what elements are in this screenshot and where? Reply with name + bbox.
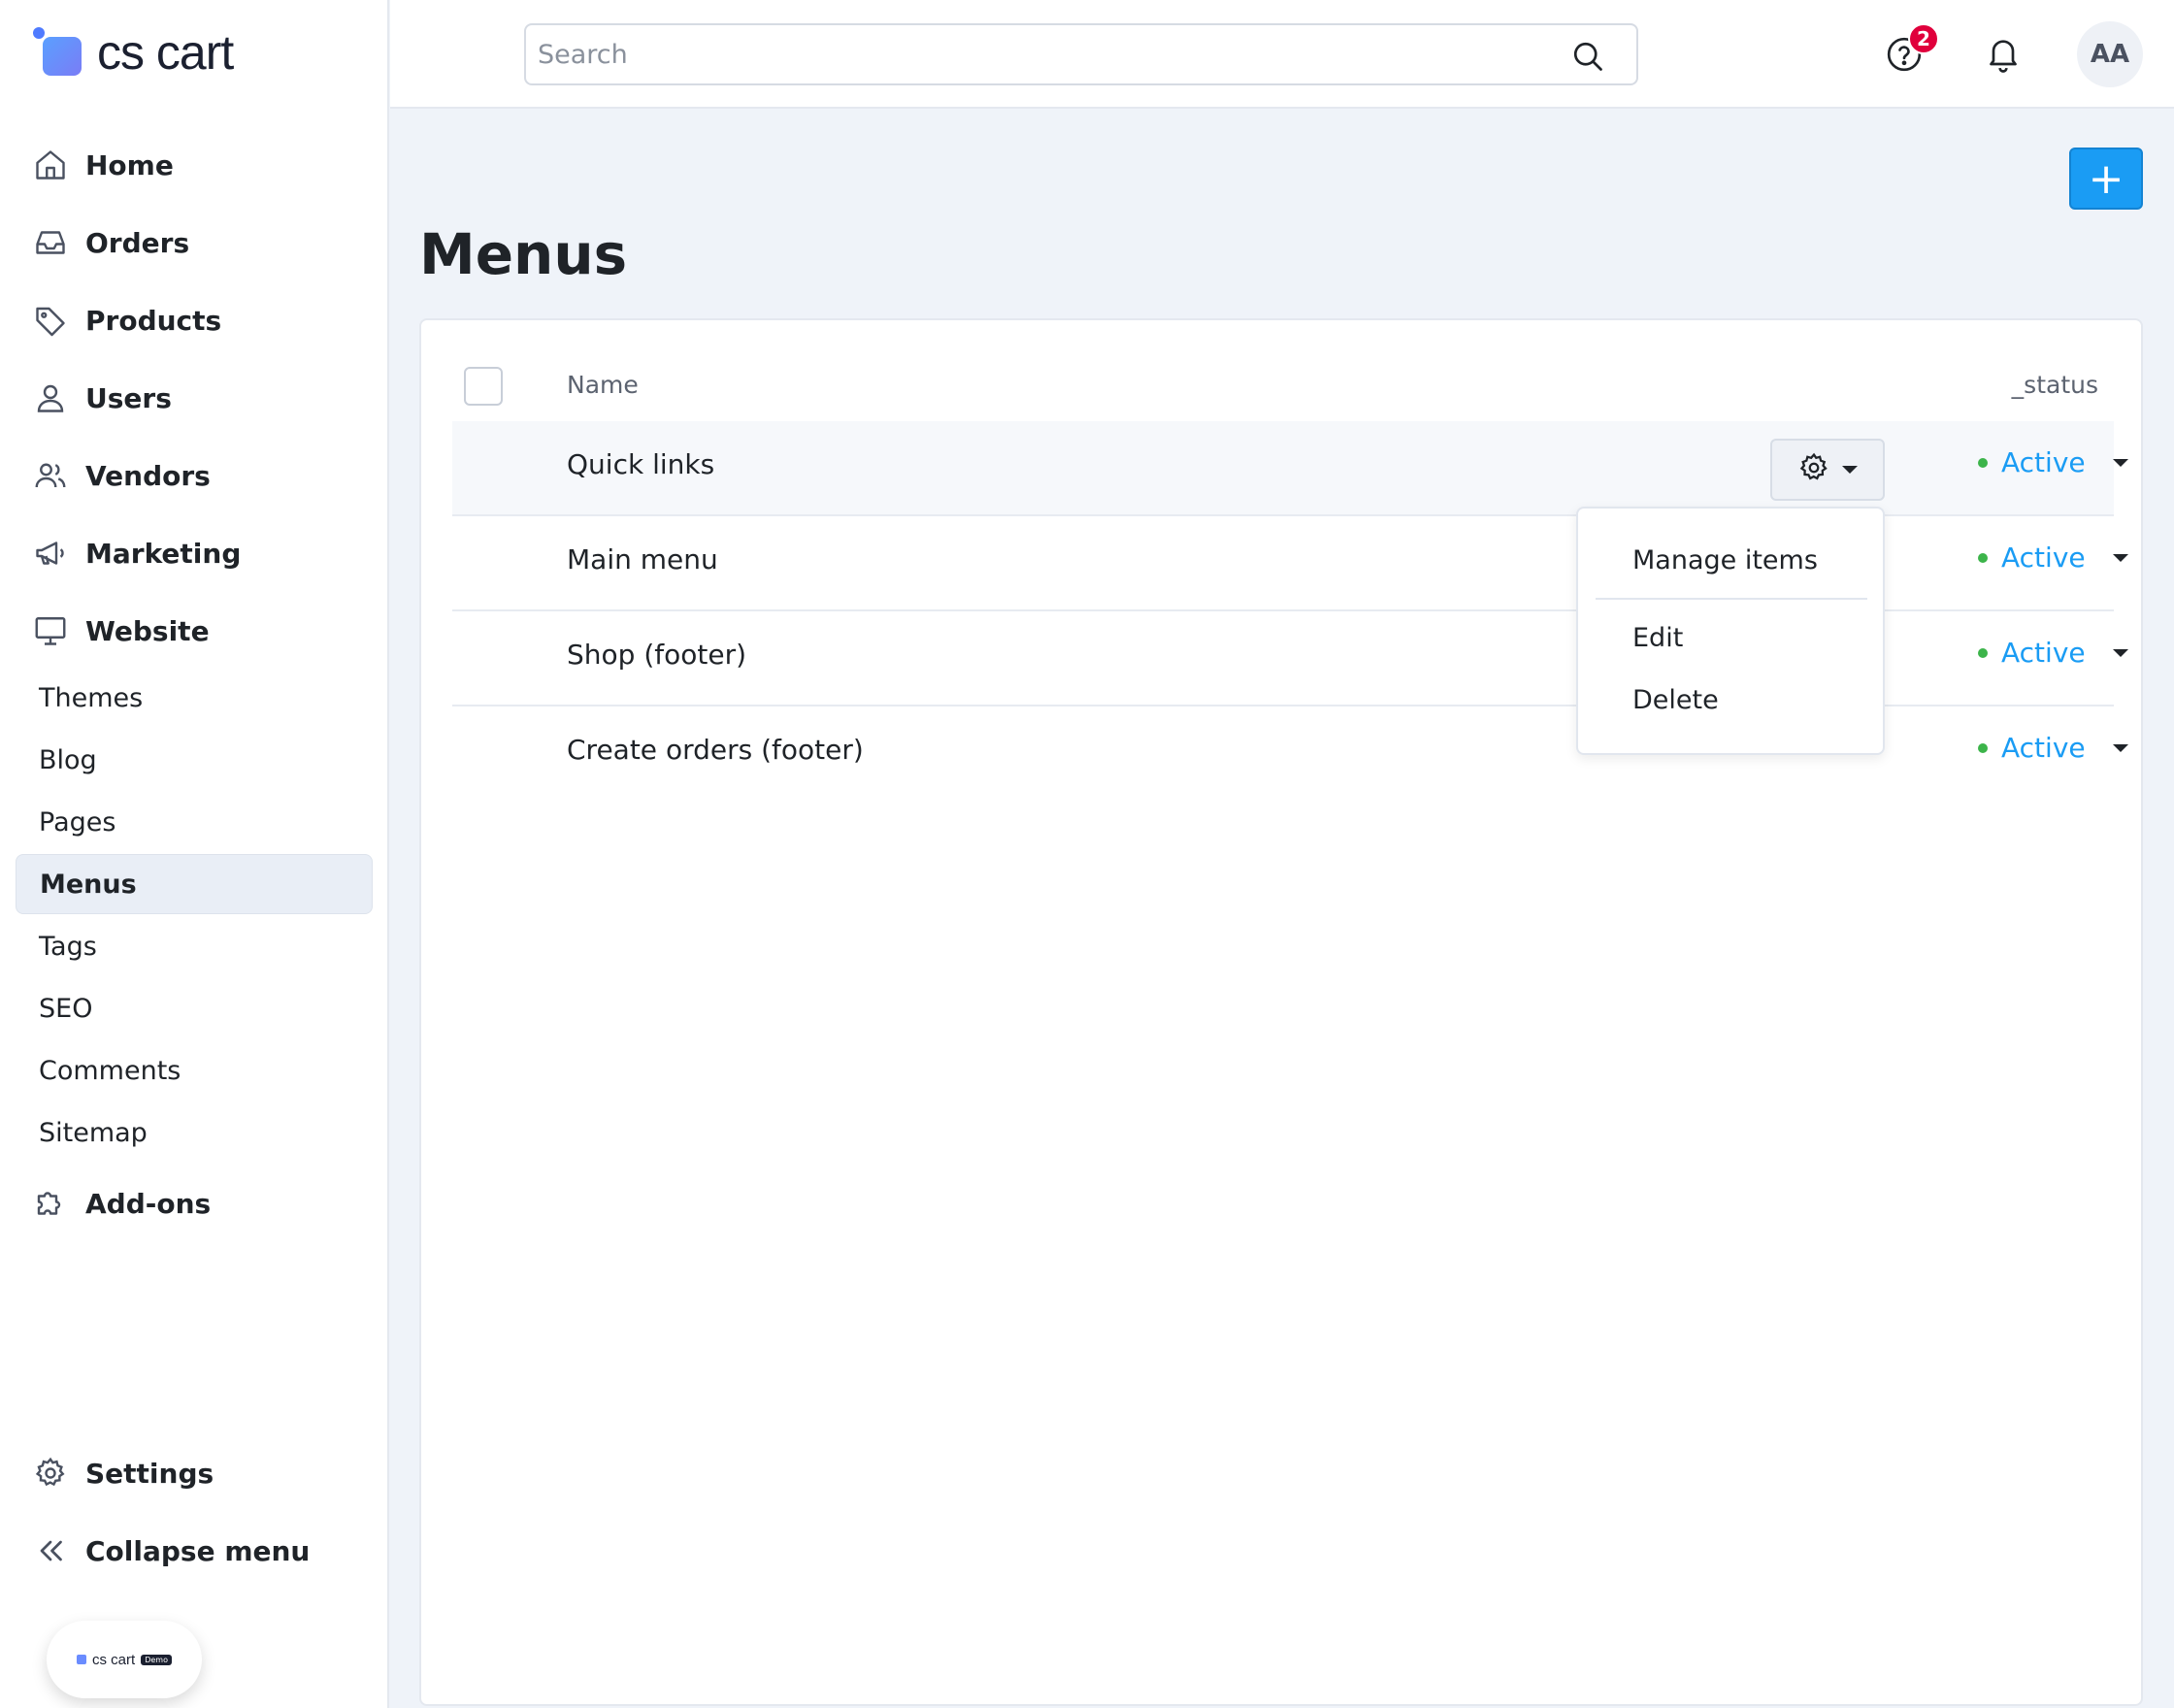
sidebar: cs cart Home Orders Products Users Vendo… (0, 0, 389, 1708)
puzzle-icon (31, 1184, 70, 1223)
home-icon (31, 146, 70, 184)
topbar: 2 AA (390, 0, 2174, 109)
gear-icon (31, 1454, 70, 1493)
menu-name[interactable]: Quick links (567, 448, 714, 480)
sidebar-subitem-menus[interactable]: Menus (16, 854, 373, 914)
sidebar-item-label: Users (85, 381, 172, 414)
search-icon[interactable] (1570, 39, 1605, 78)
status-dot (1978, 647, 1988, 658)
sidebar-item-settings[interactable]: Settings (16, 1442, 373, 1504)
inbox-icon (31, 223, 70, 262)
sidebar-item-products[interactable]: Products (16, 289, 373, 351)
sidebar-item-users[interactable]: Users (16, 367, 373, 429)
sidebar-item-label: Vendors (85, 459, 211, 492)
status-dot (1978, 552, 1988, 563)
double-chevron-left-icon (31, 1531, 70, 1570)
status-label: Active (2001, 446, 2086, 478)
user-icon (31, 378, 70, 417)
gear-icon (1797, 451, 1830, 488)
collapse-menu-button[interactable]: Collapse menu (16, 1520, 373, 1582)
sidebar-item-marketing[interactable]: Marketing (16, 522, 373, 584)
status-dropdown[interactable]: Active (1978, 542, 2128, 574)
mini-logo-icon (77, 1655, 87, 1664)
status-dot (1978, 742, 1988, 753)
chevron-down-icon (1842, 466, 1858, 474)
chevron-down-icon (2112, 648, 2128, 657)
bell-icon[interactable] (1984, 35, 2023, 78)
chevron-down-icon (2112, 553, 2128, 562)
notification-count-badge: 2 (1908, 23, 1939, 54)
sidebar-item-vendors[interactable]: Vendors (16, 444, 373, 507)
logo-mark-icon (31, 25, 85, 80)
sidebar-item-label: Collapse menu (85, 1534, 311, 1567)
row-actions-button[interactable] (1770, 439, 1885, 501)
sidebar-item-label: Add-ons (85, 1187, 212, 1220)
status-label: Active (2001, 542, 2086, 574)
users-icon (31, 456, 70, 495)
menu-name[interactable]: Shop (footer) (567, 639, 746, 671)
status-label: Active (2001, 732, 2086, 764)
manage-items-menu-item[interactable]: Manage items (1632, 545, 1818, 575)
menu-name[interactable]: Create orders (footer) (567, 734, 864, 766)
edit-menu-item[interactable]: Edit (1632, 623, 1683, 653)
sidebar-subitem-sitemap[interactable]: Sitemap (16, 1102, 373, 1163)
logo-text: cs cart (97, 25, 234, 80)
chevron-down-icon (2112, 458, 2128, 467)
column-header-status: _status (2011, 371, 2098, 399)
demo-badge-tag: Demo (141, 1654, 172, 1665)
dropdown-divider (1596, 598, 1867, 600)
sidebar-item-label: Website (85, 614, 210, 647)
demo-badge[interactable]: cs cart Demo (47, 1621, 202, 1698)
status-label: Active (2001, 637, 2086, 669)
sidebar-subitem-pages[interactable]: Pages (16, 792, 373, 852)
menu-name[interactable]: Main menu (567, 543, 718, 575)
status-dropdown[interactable]: Active (1978, 732, 2128, 764)
sidebar-subitem-seo[interactable]: SEO (16, 978, 373, 1038)
status-dropdown[interactable]: Active (1978, 446, 2128, 478)
delete-menu-item[interactable]: Delete (1632, 685, 1719, 715)
search-box (524, 23, 1638, 85)
status-dropdown[interactable]: Active (1978, 637, 2128, 669)
sidebar-subitem-blog[interactable]: Blog (16, 730, 373, 790)
add-menu-button[interactable]: + (2069, 148, 2143, 210)
sidebar-subitem-themes[interactable]: Themes (16, 668, 373, 728)
select-all-checkbox[interactable] (464, 367, 503, 406)
search-input[interactable] (526, 25, 1555, 83)
megaphone-icon (31, 534, 70, 573)
sidebar-item-label: Marketing (85, 537, 242, 570)
sidebar-item-label: Products (85, 304, 222, 337)
sidebar-item-home[interactable]: Home (16, 134, 373, 196)
sidebar-item-addons[interactable]: Add-ons (16, 1172, 373, 1234)
sidebar-item-label: Settings (85, 1457, 214, 1490)
sidebar-item-website[interactable]: Website (16, 600, 373, 662)
page-title: Menus (419, 221, 628, 287)
chevron-down-icon (2112, 743, 2128, 752)
sidebar-subitem-comments[interactable]: Comments (16, 1040, 373, 1100)
column-header-name: Name (567, 371, 639, 399)
tag-icon (31, 301, 70, 340)
monitor-icon (31, 611, 70, 650)
demo-badge-text: cs cart (92, 1651, 136, 1668)
sidebar-subitem-tags[interactable]: Tags (16, 916, 373, 976)
sidebar-item-orders[interactable]: Orders (16, 212, 373, 274)
row-actions-dropdown: Manage items Edit Delete (1576, 507, 1885, 755)
logo[interactable]: cs cart (31, 21, 234, 83)
avatar[interactable]: AA (2077, 21, 2143, 87)
sidebar-item-label: Home (85, 148, 174, 181)
sidebar-item-label: Orders (85, 226, 190, 259)
status-dot (1978, 457, 1988, 468)
